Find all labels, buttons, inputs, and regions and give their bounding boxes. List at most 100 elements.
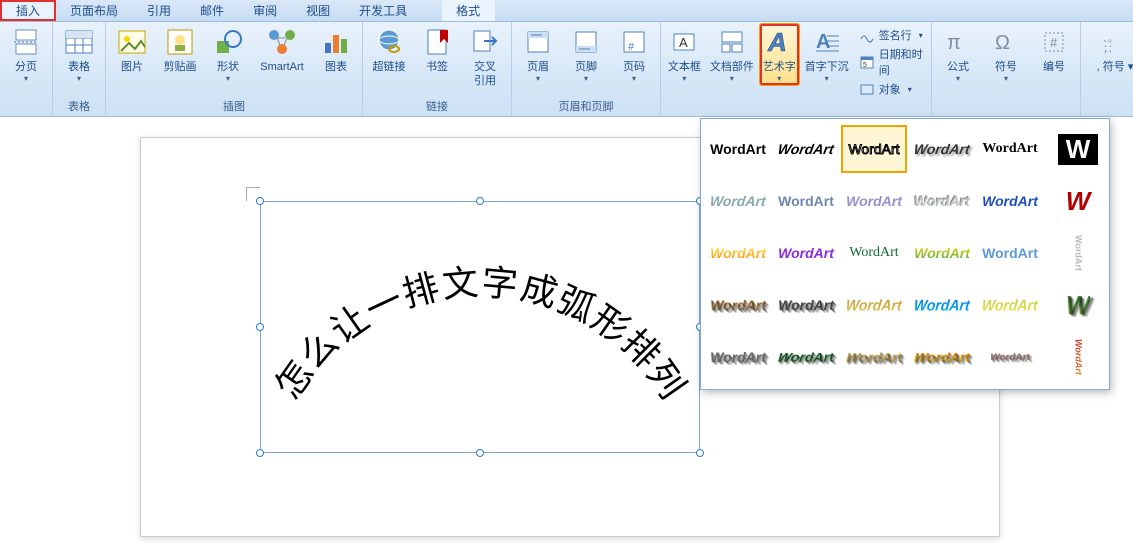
wordart-style-30[interactable]: WordArt (1045, 333, 1111, 381)
tab-insert[interactable]: 插入 (0, 0, 56, 21)
symbol-button[interactable]: Ω 符号 ▾ (984, 24, 1028, 83)
wordart-style-22[interactable]: WordArt (909, 281, 975, 329)
dropcap-button[interactable]: A 首字下沉 ▾ (803, 24, 851, 83)
group-tables: 表格 ▾ 表格 (53, 22, 106, 116)
resize-handle[interactable] (476, 197, 484, 205)
chevron-down-icon: ▾ (908, 85, 912, 94)
number-icon: # (1038, 26, 1070, 58)
group-label-tables: 表格 (57, 96, 101, 116)
svg-text:#: # (628, 41, 635, 53)
chevron-down-icon: ▾ (77, 74, 81, 83)
clipart-icon (164, 26, 196, 58)
tab-review[interactable]: 审阅 (239, 0, 292, 21)
group-links: 超链接 书签 交叉 引用 链接 (363, 22, 512, 116)
wordart-style-4[interactable]: WordArt (909, 125, 975, 173)
wordart-style-11[interactable]: WordArt (977, 177, 1043, 225)
header-button[interactable]: 页眉 ▾ (516, 24, 560, 83)
wordart-style-24[interactable]: W (1045, 281, 1111, 329)
group-text: A 文本框 ▾ 文档部件 ▾ A 艺术字 ▾ A 首字下沉 ▾ (661, 22, 932, 116)
table-icon (63, 26, 95, 58)
wordart-style-14[interactable]: WordArt (773, 229, 839, 277)
chevron-down-icon: ▾ (632, 74, 636, 83)
chevron-down-icon: ▾ (730, 74, 734, 83)
bookmark-button[interactable]: 书签 (415, 24, 459, 74)
quickparts-button[interactable]: 文档部件 ▾ (708, 24, 756, 83)
wordart-style-28[interactable]: WordArt (909, 333, 975, 381)
shapes-button[interactable]: 形状 ▾ (206, 24, 250, 83)
wordart-style-9[interactable]: WordArt (841, 177, 907, 225)
tab-developer[interactable]: 开发工具 (345, 0, 422, 21)
wordart-style-10[interactable]: WordArt (909, 177, 975, 225)
chevron-down-icon: ▾ (584, 74, 588, 83)
group-label-symbols (936, 100, 1076, 116)
chart-icon (320, 26, 352, 58)
tab-page-layout[interactable]: 页面布局 (56, 0, 133, 21)
wordart-style-26[interactable]: WordArt (773, 333, 839, 381)
wordart-style-18[interactable]: WordArt (1045, 229, 1111, 277)
chevron-down-icon: ▾ (956, 74, 960, 83)
group-label-links: 链接 (367, 96, 507, 116)
page-break-button[interactable]: 分页 ▾ (4, 24, 48, 83)
clipart-button[interactable]: 剪贴画 (158, 24, 202, 74)
wordart-style-6[interactable]: W (1045, 125, 1111, 173)
wordart-style-27[interactable]: WordArt (841, 333, 907, 381)
shapes-icon (212, 26, 244, 58)
wordart-style-3[interactable]: WordArt (841, 125, 907, 173)
tab-format[interactable]: 格式 (442, 0, 495, 21)
wordart-style-13[interactable]: WordArt (705, 229, 771, 277)
svg-text:5: 5 (863, 62, 867, 69)
resize-handle[interactable] (256, 323, 264, 331)
footer-icon (570, 26, 602, 58)
signature-button[interactable]: 签名行▾ (855, 26, 927, 44)
wordart-style-7[interactable]: WordArt (705, 177, 771, 225)
tab-view[interactable]: 视图 (292, 0, 345, 21)
crossref-icon (469, 26, 501, 58)
resize-handle[interactable] (476, 449, 484, 457)
number-button[interactable]: # 编号 (1032, 24, 1076, 74)
wordart-style-15[interactable]: WordArt (841, 229, 907, 277)
tab-mailings[interactable]: 邮件 (186, 0, 239, 21)
wordart-style-20[interactable]: WordArt (773, 281, 839, 329)
wordart-style-17[interactable]: WordArt (977, 229, 1043, 277)
wordart-selection-box[interactable]: 怎么让一排文字成弧形排列 (260, 201, 700, 453)
wordart-style-29[interactable]: WordArt (977, 333, 1043, 381)
chevron-down-icon: ▾ (536, 74, 540, 83)
wordart-style-8[interactable]: WordArt (773, 177, 839, 225)
wordart-style-2[interactable]: WordArt (773, 125, 839, 173)
wordart-style-25[interactable]: WordArt (705, 333, 771, 381)
wordart-style-19[interactable]: WordArt (705, 281, 771, 329)
tab-references[interactable]: 引用 (133, 0, 186, 21)
table-button[interactable]: 表格 ▾ (57, 24, 101, 83)
object-button[interactable]: 对象▾ (855, 80, 927, 98)
wordart-style-23[interactable]: WordArt (977, 281, 1043, 329)
footer-button[interactable]: 页脚 ▾ (564, 24, 608, 83)
ribbon: 分页 ▾ 表格 ▾ 表格 图片 剪贴画 (0, 22, 1133, 117)
wordart-style-12[interactable]: W (1045, 177, 1111, 225)
hyperlink-button[interactable]: 超链接 (367, 24, 411, 74)
datetime-button[interactable]: 5 日期和时间 (855, 45, 927, 79)
wordart-button[interactable]: A 艺术字 ▾ (760, 24, 799, 85)
page-number-button[interactable]: # 页码 ▾ (612, 24, 656, 83)
resize-handle[interactable] (696, 449, 704, 457)
wordart-icon: A (763, 26, 795, 58)
wordart-style-1[interactable]: WordArt (705, 125, 771, 173)
special-symbol-button[interactable]: 、。；： , 符号 ▾ (1085, 24, 1133, 74)
wordart-style-16[interactable]: WordArt (909, 229, 975, 277)
svg-text:A: A (767, 27, 787, 57)
header-icon (522, 26, 554, 58)
wordart-style-21[interactable]: WordArt (841, 281, 907, 329)
smartart-button[interactable]: SmartArt (254, 24, 310, 74)
picture-button[interactable]: 图片 (110, 24, 154, 74)
chevron-down-icon: ▾ (226, 74, 230, 83)
equation-button[interactable]: π 公式 ▾ (936, 24, 980, 83)
textbox-icon: A (668, 26, 700, 58)
smartart-icon (266, 26, 298, 58)
chart-button[interactable]: 图表 (314, 24, 358, 74)
group-header-footer: 页眉 ▾ 页脚 ▾ # 页码 ▾ 页眉和页脚 (512, 22, 661, 116)
resize-handle[interactable] (256, 449, 264, 457)
crossref-button[interactable]: 交叉 引用 (463, 24, 507, 88)
textbox-button[interactable]: A 文本框 ▾ (665, 24, 704, 83)
arc-char: 字 (480, 253, 520, 308)
resize-handle[interactable] (256, 197, 264, 205)
wordart-style-5[interactable]: WordArt (977, 125, 1043, 173)
